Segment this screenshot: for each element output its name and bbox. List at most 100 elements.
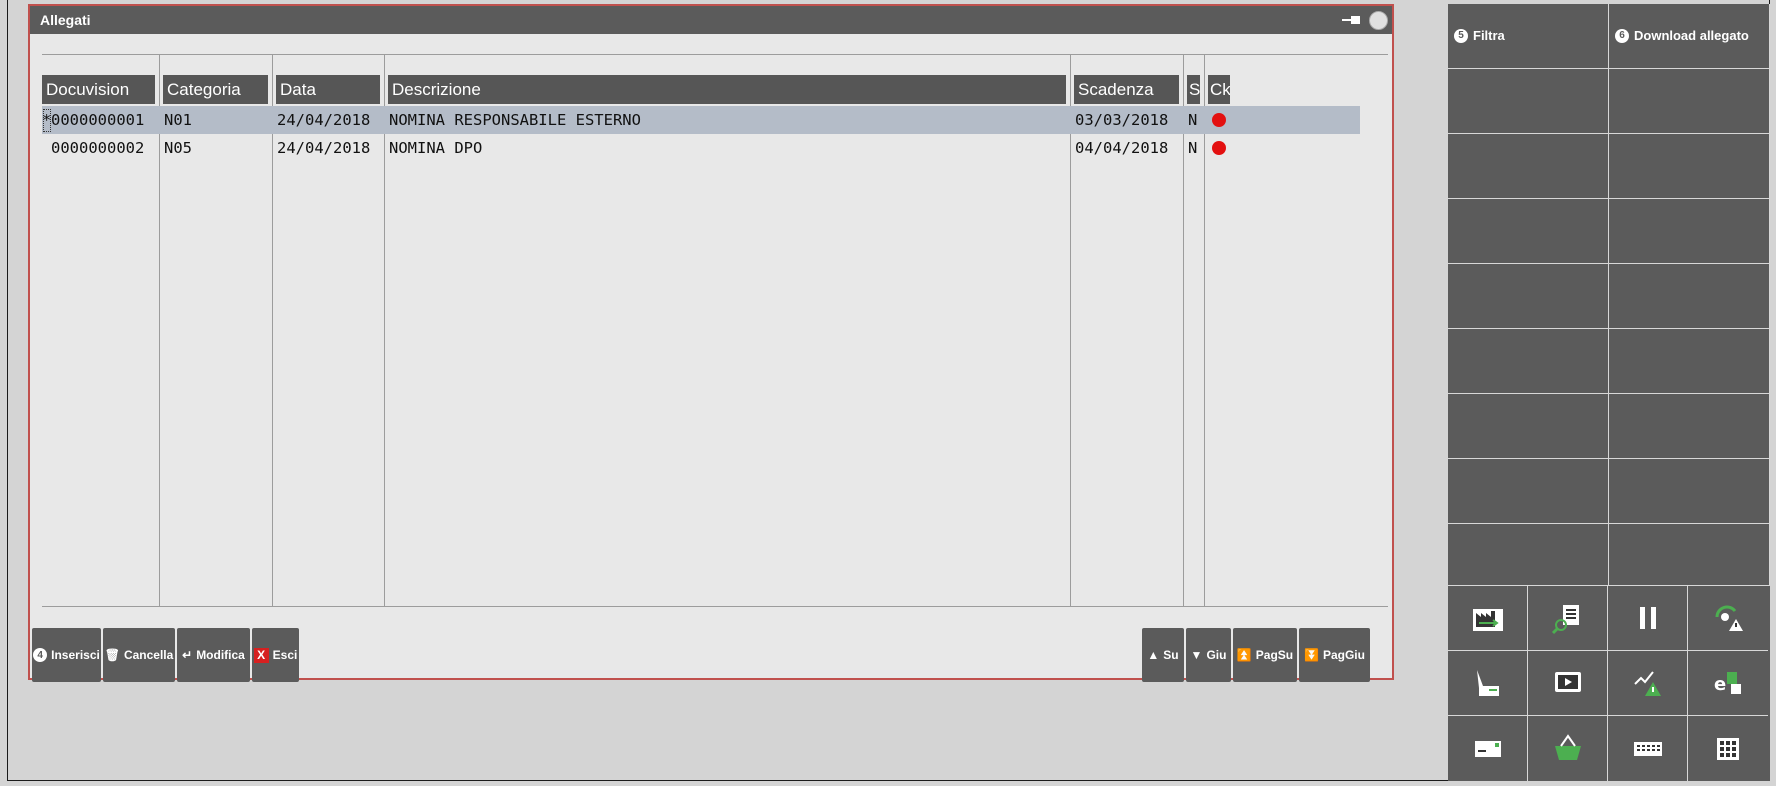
column-header-scadenza[interactable]: Scadenza (1074, 75, 1179, 104)
function-key-empty[interactable] (1448, 199, 1609, 264)
filtra-button[interactable]: 5 Filtra (1448, 4, 1609, 69)
key-6-icon: 6 (1615, 28, 1629, 43)
dialog-titlebar: Allegati (30, 6, 1392, 34)
search-document-button[interactable] (1528, 586, 1608, 651)
trash-icon: 🗑 (104, 648, 120, 662)
function-key-empty[interactable] (1609, 199, 1770, 264)
function-key-empty[interactable] (1609, 329, 1770, 394)
cell-scadenza[interactable]: 04/04/2018 (1075, 134, 1168, 162)
function-key-empty[interactable] (1448, 264, 1609, 329)
basket-icon (1554, 733, 1581, 760)
keyboard-button[interactable] (1608, 716, 1688, 781)
function-key-empty[interactable] (1609, 264, 1770, 329)
column-header-docuvision[interactable]: Docuvision (42, 75, 155, 104)
filtra-label: Filtra (1473, 28, 1505, 43)
function-key-panel: 5 Filtra 6 Download allegato (1448, 4, 1770, 586)
function-key-empty[interactable] (1609, 459, 1770, 524)
basket-button[interactable] (1528, 716, 1608, 781)
cell-categoria[interactable]: N01 (164, 106, 192, 134)
pause-icon (1639, 607, 1656, 629)
giu-button[interactable]: ▼ Giu (1186, 628, 1231, 682)
function-key-empty[interactable] (1448, 329, 1609, 394)
svg-text:e: e (1714, 674, 1726, 695)
column-header-ck[interactable]: Ck (1208, 75, 1230, 104)
screen-icon (1554, 672, 1581, 692)
function-key-empty[interactable] (1609, 394, 1770, 459)
column-header-descrizione[interactable]: Descrizione (388, 75, 1066, 104)
modifica-button[interactable]: ↵ Modifica (177, 628, 250, 682)
cell-scadenza[interactable]: 03/03/2018 (1075, 106, 1168, 134)
envelope-icon (1474, 740, 1501, 757)
calculator-grid-button[interactable] (1688, 716, 1768, 781)
inserisci-button[interactable]: 4 Inserisci (32, 628, 101, 682)
column-header-data[interactable]: Data (276, 75, 380, 104)
su-button[interactable]: ▲ Su (1142, 628, 1184, 682)
cell-docuvision[interactable]: 0000000002 (51, 134, 144, 162)
grid-bottom-divider (42, 606, 1388, 607)
inserisci-label: Inserisci (51, 648, 100, 662)
row-marker: * (42, 111, 52, 129)
cell-data[interactable]: 24/04/2018 (277, 134, 370, 162)
key-5-icon: 5 (1454, 28, 1468, 43)
status-dot-icon (1212, 113, 1226, 127)
function-key-empty[interactable] (1609, 134, 1770, 199)
esci-label: Esci (272, 648, 298, 662)
ep-lock-button[interactable]: e (1688, 651, 1768, 716)
chart-warning-button[interactable] (1608, 651, 1688, 716)
cell-descrizione[interactable]: NOMINA RESPONSABILE ESTERNO (389, 106, 641, 134)
pagsu-label: PagSu (1255, 648, 1294, 662)
function-key-empty[interactable] (1448, 134, 1609, 199)
pin-icon[interactable] (1342, 16, 1362, 24)
cancella-button[interactable]: 🗑 Cancella (103, 628, 175, 682)
pen-card-button[interactable] (1448, 651, 1528, 716)
grid-top-divider (42, 54, 1388, 55)
enter-icon: ↵ (182, 648, 193, 662)
column-divider (159, 54, 160, 606)
column-divider (1070, 54, 1071, 606)
paggiu-button[interactable]: ⏬ PagGiu (1299, 628, 1370, 682)
function-key-empty[interactable] (1609, 524, 1770, 586)
page-down-icon: ⏬ (1304, 648, 1319, 662)
function-key-empty[interactable] (1448, 524, 1609, 586)
download-allegato-button[interactable]: 6 Download allegato (1609, 4, 1770, 69)
refresh-warning-button[interactable] (1688, 586, 1768, 651)
calculator-grid-icon (1717, 737, 1739, 760)
column-divider (272, 54, 273, 606)
function-key-empty[interactable] (1448, 459, 1609, 524)
factory-icon (1472, 609, 1503, 631)
cell-descrizione[interactable]: NOMINA DPO (389, 134, 482, 162)
close-icon: X (253, 647, 269, 663)
status-dot-icon (1212, 141, 1226, 155)
window-control-icon[interactable] (1369, 11, 1388, 30)
pause-button[interactable] (1608, 586, 1688, 651)
esci-button[interactable]: X Esci (252, 628, 299, 682)
cell-s[interactable]: N (1188, 106, 1197, 134)
cancella-label: Cancella (123, 648, 174, 662)
factory-button[interactable] (1448, 586, 1528, 651)
column-header-categoria[interactable]: Categoria (163, 75, 268, 104)
paggiu-label: PagGiu (1322, 648, 1365, 662)
cell-docuvision[interactable]: 0000000001 (51, 106, 144, 134)
key-4-icon: 4 (33, 648, 48, 662)
chart-warning-icon (1633, 671, 1661, 696)
column-divider (384, 54, 385, 606)
function-key-empty[interactable] (1448, 69, 1609, 134)
allegati-dialog: Allegati Docuvision Categoria Data Descr… (28, 4, 1394, 682)
modifica-label: Modifica (196, 648, 245, 662)
envelope-button[interactable] (1448, 716, 1528, 781)
cell-categoria[interactable]: N05 (164, 134, 192, 162)
function-key-empty[interactable] (1609, 69, 1770, 134)
icon-toolbar: e (1448, 586, 1770, 781)
cell-data[interactable]: 24/04/2018 (277, 106, 370, 134)
pen-card-icon (1476, 670, 1499, 696)
screen-button[interactable] (1528, 651, 1608, 716)
pagsu-button[interactable]: ⏫ PagSu (1233, 628, 1297, 682)
page-up-icon: ⏫ (1236, 648, 1252, 662)
column-header-s[interactable]: S (1187, 75, 1200, 104)
search-document-icon (1551, 605, 1579, 635)
cell-s[interactable]: N (1188, 134, 1197, 162)
attachments-grid: Docuvision Categoria Data Descrizione Sc… (42, 54, 1388, 614)
function-key-empty[interactable] (1448, 394, 1609, 459)
su-label: Su (1163, 648, 1179, 662)
arrow-down-icon: ▼ (1190, 648, 1203, 662)
